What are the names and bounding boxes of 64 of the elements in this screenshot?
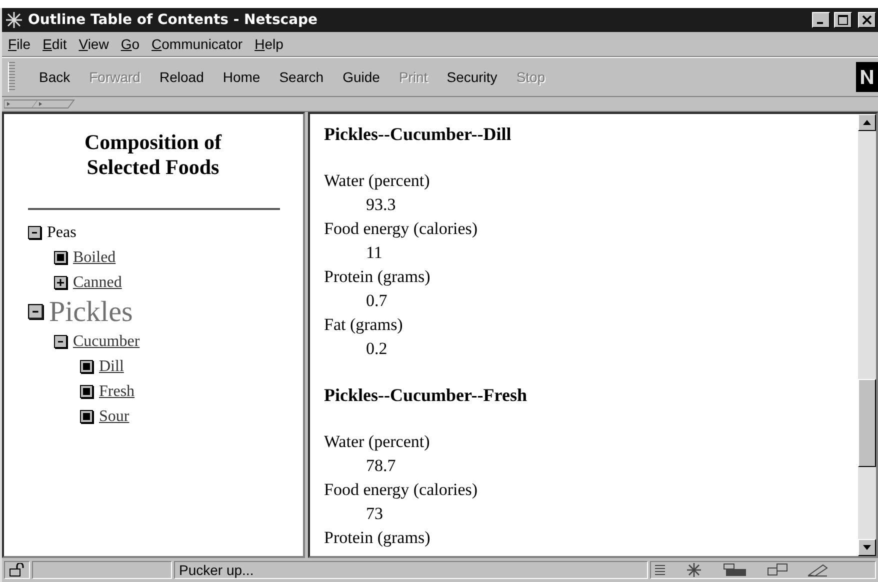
field-label: Food energy (calories) [324, 479, 479, 501]
menu-item[interactable]: Help [254, 36, 284, 52]
field-value: 0.7 [366, 291, 388, 310]
minimize-button[interactable] [812, 12, 830, 28]
leaf-icon [80, 360, 94, 374]
menu-item[interactable]: File [8, 36, 31, 52]
toolbar-grip[interactable] [8, 62, 15, 92]
window-title: Outline Table of Contents - Netscape [28, 12, 319, 28]
lines-icon[interactable] [655, 563, 665, 577]
leaf-icon [80, 410, 94, 424]
field-value: 73 [366, 504, 383, 523]
outline-link[interactable]: Cucumber [73, 332, 140, 350]
maximize-button[interactable] [834, 12, 852, 28]
toolbar-button[interactable]: Reload [159, 69, 204, 85]
menu-item[interactable]: Go [120, 36, 140, 52]
close-button[interactable] [858, 12, 876, 28]
menu-item[interactable]: View [78, 36, 109, 52]
toolbar-button[interactable]: Search [279, 69, 324, 85]
field-label: Fat (grams) [324, 314, 404, 336]
field-label: Protein (grams) [324, 527, 432, 549]
expand-icon[interactable] [54, 276, 68, 290]
field-value: 0.2 [366, 339, 388, 358]
field-label: Water (percent) [324, 170, 431, 192]
toolbar-button[interactable]: Back [39, 69, 70, 85]
field-value: 93.3 [366, 195, 396, 214]
section-heading: Pickles--Cucumber--Fresh [324, 385, 528, 406]
collapse-icon[interactable] [54, 334, 68, 348]
scroll-thumb[interactable] [858, 379, 876, 467]
toolbar-button[interactable]: Home [222, 69, 260, 85]
netscape-logo-icon [4, 11, 24, 29]
frame-title: Composition of Selected Foods [83, 130, 223, 180]
throbber-icon[interactable] [856, 62, 878, 92]
scroll-down-icon[interactable] [863, 545, 871, 550]
status-text: Pucker up... [178, 562, 254, 578]
menu-item[interactable]: Communicator [152, 36, 243, 52]
field-label: Food energy (calories) [324, 218, 479, 240]
section-heading: Pickles--Cucumber--Dill [324, 124, 512, 145]
outline-link[interactable]: Sour [99, 408, 130, 426]
outline-link[interactable]: Boiled [73, 248, 116, 266]
mailbox-icon[interactable] [723, 563, 749, 577]
menu-item[interactable]: Edit [42, 36, 67, 52]
outline-link[interactable]: Fresh [99, 382, 135, 400]
leaf-icon [80, 384, 94, 398]
scroll-up-icon[interactable] [863, 120, 871, 125]
outline-label: Peas [47, 224, 76, 242]
collapse-icon[interactable] [28, 226, 42, 240]
scrollbar[interactable] [858, 114, 876, 556]
leaf-icon [54, 250, 68, 264]
field-value: 78.7 [366, 456, 396, 475]
outline-link[interactable]: Canned [73, 274, 122, 292]
maximize-icon [838, 15, 848, 25]
pen-icon[interactable] [807, 563, 829, 577]
chat-icon[interactable] [767, 563, 789, 577]
outline-label: Pickles [49, 296, 133, 328]
outline-link[interactable]: Dill [99, 358, 124, 376]
field-label: Water (percent) [324, 431, 431, 453]
collapse-icon[interactable] [28, 304, 44, 320]
minimize-icon [816, 22, 822, 24]
close-icon [862, 15, 872, 25]
toolbar-button[interactable]: Security [446, 69, 498, 85]
padlock-icon[interactable] [9, 563, 25, 577]
field-label: Protein (grams) [324, 266, 432, 288]
toolbar-button[interactable]: Guide [342, 69, 380, 85]
field-value: 11 [366, 243, 382, 262]
